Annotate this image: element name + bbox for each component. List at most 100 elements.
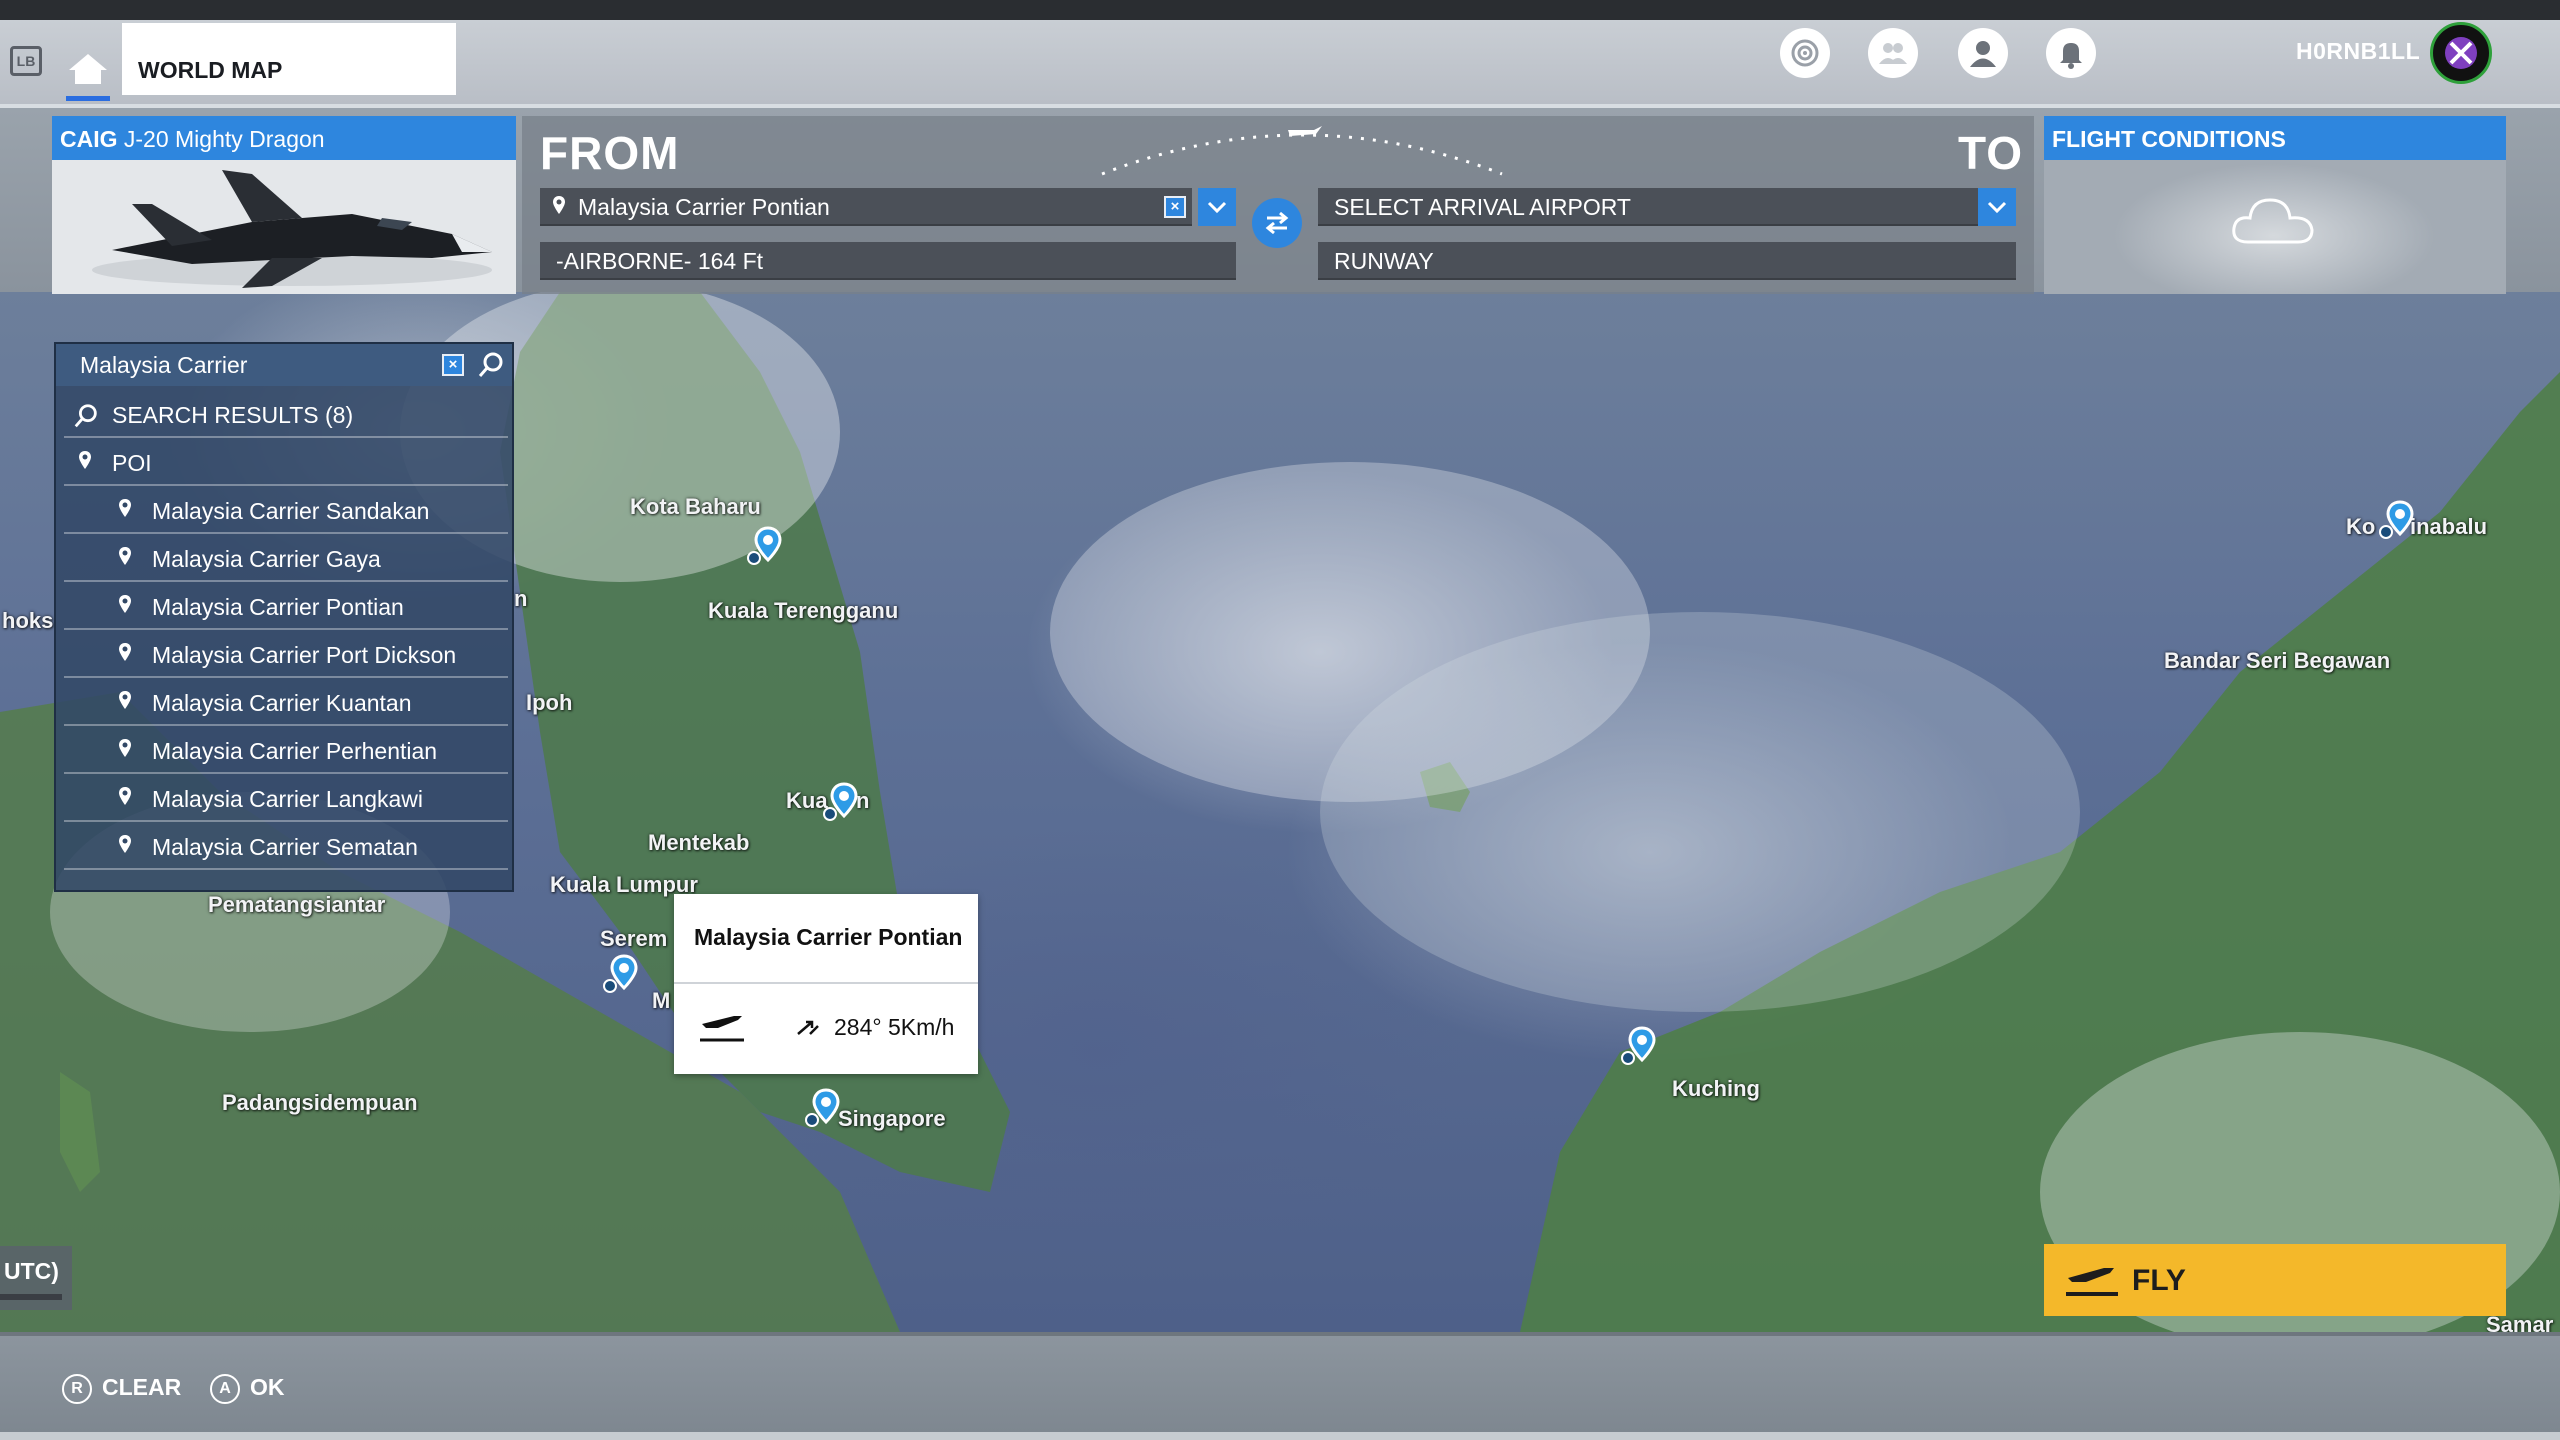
friends-icon[interactable] <box>1868 28 1918 78</box>
departure-clear-button[interactable]: × <box>1164 196 1186 218</box>
clear-button[interactable]: R CLEAR <box>62 1374 181 1404</box>
username[interactable]: H0RNB1LL <box>2296 38 2420 65</box>
poi-pin-sematan[interactable] <box>1618 1024 1658 1068</box>
r-button-icon: R <box>62 1374 92 1404</box>
location-pin-icon <box>119 547 131 565</box>
clear-label: CLEAR <box>102 1374 182 1401</box>
departure-value: Malaysia Carrier Pontian <box>578 194 830 220</box>
aircraft-title: CAIG J-20 Mighty Dragon <box>52 116 516 160</box>
search-panel: Malaysia Carrier × SEARCH RESULTS (8) PO… <box>54 342 514 892</box>
departure-field[interactable]: Malaysia Carrier Pontian <box>540 188 1192 226</box>
swap-airports-button[interactable] <box>1252 198 1302 248</box>
chevron-down-icon <box>1207 201 1227 214</box>
flight-conditions-title: FLIGHT CONDITIONS <box>2044 116 2506 160</box>
wind-value: 284° 5Km/h <box>834 1014 955 1040</box>
search-results-header[interactable]: SEARCH RESULTS (8) <box>64 390 508 438</box>
poi-tooltip[interactable]: Malaysia Carrier Pontian 284° 5Km/h <box>674 894 978 1074</box>
arrival-detail-field[interactable]: RUNWAY <box>1318 242 2016 280</box>
tab-world-map[interactable]: WORLD MAP <box>122 23 456 95</box>
search-results-label: SEARCH RESULTS (8) <box>112 402 354 428</box>
city-label-singapore: Singapore <box>838 1106 946 1131</box>
takeoff-plane-icon <box>700 1016 744 1042</box>
search-result-label: Malaysia Carrier Langkawi <box>152 786 423 812</box>
home-icon <box>69 54 107 84</box>
poi-pin-kuantan[interactable] <box>820 780 860 824</box>
fly-button[interactable]: FLY <box>2044 1244 2506 1316</box>
profile-icon[interactable] <box>1958 28 2008 78</box>
search-clear-button[interactable]: × <box>442 354 464 376</box>
location-pin-icon <box>119 499 131 517</box>
search-result-item[interactable]: Malaysia Carrier Gaya <box>64 534 508 582</box>
poi-pin-port-dickson[interactable] <box>600 952 640 996</box>
arrival-field[interactable]: SELECT ARRIVAL AIRPORT <box>1318 188 1978 226</box>
location-pin-icon <box>553 196 565 214</box>
poi-tooltip-title: Malaysia Carrier Pontian <box>694 924 963 950</box>
location-pin-icon <box>119 739 131 757</box>
search-result-label: Malaysia Carrier Port Dickson <box>152 642 457 668</box>
from-label: FROM <box>540 127 680 179</box>
city-label-ipoh: Ipoh <box>526 690 573 715</box>
route-panel: FROM TO Malaysia Carrier Pontian × -AIRB… <box>522 116 2034 294</box>
departure-detail-field[interactable]: -AIRBORNE- 164 Ft <box>540 242 1236 280</box>
search-icon <box>74 404 97 428</box>
arrival-detail-value: RUNWAY <box>1334 248 1434 274</box>
to-label: TO <box>1958 127 2024 179</box>
search-result-label: Malaysia Carrier Pontian <box>152 594 404 620</box>
poi-pin-perhentian[interactable] <box>744 524 784 568</box>
window-top-strip <box>0 0 2560 20</box>
departure-dropdown-button[interactable] <box>1198 188 1236 226</box>
lb-bumper-icon[interactable]: LB <box>10 46 42 76</box>
cloud-icon <box>2232 198 2314 244</box>
poi-pin-gaya[interactable] <box>2376 498 2416 542</box>
aircraft-model: J-20 Mighty Dragon <box>123 126 325 152</box>
aircraft-brand: CAIG <box>60 126 118 152</box>
location-pin-icon <box>119 643 131 661</box>
notifications-bell-icon[interactable] <box>2046 28 2096 78</box>
location-pin-icon <box>119 595 131 613</box>
city-label-bandar-seri-begawan: Bandar Seri Begawan <box>2164 648 2391 673</box>
arrival-placeholder: SELECT ARRIVAL AIRPORT <box>1334 194 1631 220</box>
city-label-kuching: Kuching <box>1672 1076 1760 1101</box>
search-result-label: Malaysia Carrier Kuantan <box>152 690 412 716</box>
a-button-icon: A <box>210 1374 240 1404</box>
poi-tooltip-divider <box>674 982 978 984</box>
location-pin-icon <box>79 451 91 469</box>
search-category-poi[interactable]: POI <box>64 438 508 486</box>
location-pin-icon <box>119 835 131 853</box>
utc-label: UTC) <box>4 1258 59 1284</box>
poi-pin-pontian[interactable] <box>802 1086 842 1130</box>
xbox-avatar[interactable] <box>2430 22 2492 84</box>
aircraft-selection-card[interactable]: CAIG J-20 Mighty Dragon <box>52 116 516 294</box>
city-label-kota-baharu: Kota Baharu <box>630 494 761 519</box>
search-icon[interactable] <box>476 350 506 380</box>
aircraft-thumbnail <box>52 160 516 294</box>
utc-chip-bar <box>0 1294 62 1300</box>
bottom-action-bar: R CLEAR A OK <box>0 1332 2560 1440</box>
activity-icon[interactable] <box>1780 28 1830 78</box>
city-label-mentekab: Mentekab <box>648 830 750 855</box>
time-utc-chip[interactable]: UTC) <box>0 1246 72 1310</box>
takeoff-plane-icon <box>2066 1268 2118 1296</box>
location-pin-icon <box>119 787 131 805</box>
search-result-item[interactable]: Malaysia Carrier Pontian <box>64 582 508 630</box>
route-arc-icon <box>1101 126 1503 176</box>
search-result-item[interactable]: Malaysia Carrier Perhentian <box>64 726 508 774</box>
home-tab-indicator <box>66 96 110 101</box>
search-result-item[interactable]: Malaysia Carrier Kuantan <box>64 678 508 726</box>
city-label-n: n <box>514 586 528 611</box>
ok-button[interactable]: A OK <box>210 1374 285 1404</box>
search-result-item[interactable]: Malaysia Carrier Port Dickson <box>64 630 508 678</box>
search-result-item[interactable]: Malaysia Carrier Sandakan <box>64 486 508 534</box>
arrival-dropdown-button[interactable] <box>1978 188 2016 226</box>
flight-setup-header: CAIG J-20 Mighty Dragon FROM TO Malaysia… <box>0 104 2560 294</box>
city-label-seremban: Serem <box>600 926 668 951</box>
city-label-pematangsiantar: Pematangsiantar <box>208 892 386 917</box>
city-label-hoks: hoks <box>2 608 54 633</box>
search-result-item[interactable]: Malaysia Carrier Langkawi <box>64 774 508 822</box>
city-label-padangsidempuan: Padangsidempuan <box>222 1090 418 1115</box>
home-tab[interactable] <box>56 20 122 104</box>
city-label-kuala-terengganu: Kuala Terengganu <box>708 598 899 623</box>
search-result-item[interactable]: Malaysia Carrier Sematan <box>64 822 508 870</box>
ok-label: OK <box>250 1374 285 1401</box>
flight-conditions-card[interactable]: FLIGHT CONDITIONS <box>2044 116 2506 294</box>
